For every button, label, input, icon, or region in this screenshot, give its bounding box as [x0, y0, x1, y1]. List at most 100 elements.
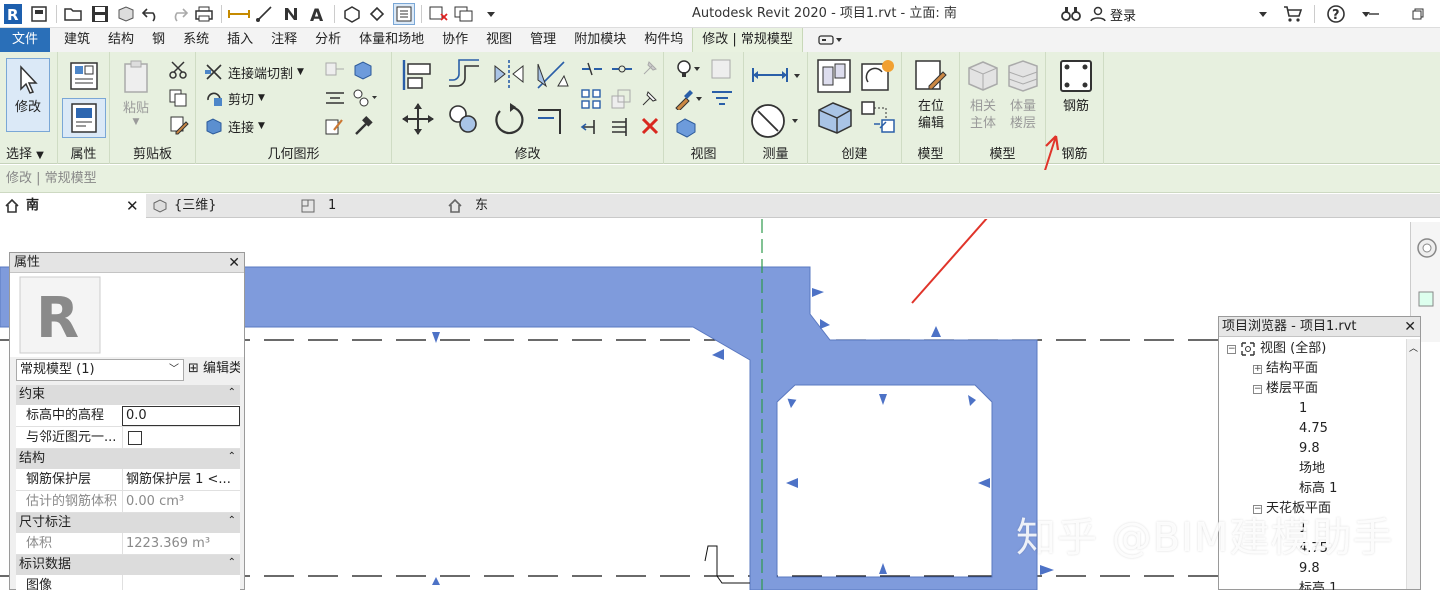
tree-node-view[interactable]: 1	[1299, 399, 1307, 419]
text-icon[interactable]: A	[306, 3, 328, 25]
tree-node-floor-plans[interactable]: − 楼层平面	[1253, 379, 1318, 399]
tab-addins[interactable]: 附加模块	[565, 28, 635, 52]
tree-node-view[interactable]: 标高 1	[1299, 579, 1337, 590]
pin-icon[interactable]	[640, 88, 660, 108]
view-tab-3d[interactable]: {三维}	[152, 194, 217, 218]
group-structural[interactable]: 结构 ⌃	[16, 449, 240, 469]
zoom-region-icon[interactable]	[1417, 290, 1437, 310]
split-with-gap-icon[interactable]	[610, 60, 634, 78]
revit-logo-icon[interactable]: R	[2, 3, 24, 25]
tree-node-view[interactable]: 9.8	[1299, 439, 1320, 459]
create-similar-icon[interactable]	[860, 100, 896, 136]
aligned-dimension-icon[interactable]	[750, 102, 802, 140]
help-icon[interactable]: ?	[1325, 3, 1347, 25]
join-geometry-button[interactable]: 连接 ▼	[204, 116, 265, 136]
paste-button[interactable]: 粘贴 ▼	[116, 60, 156, 127]
mass-floors-button[interactable]: 体量 楼层	[1004, 58, 1042, 132]
demolish-icon[interactable]	[324, 116, 346, 136]
moves-with-elements-checkbox[interactable]	[128, 431, 142, 445]
tab-component-dock[interactable]: 构件坞	[635, 28, 692, 52]
measure-distance-icon[interactable]	[750, 62, 802, 88]
view-tab-east[interactable]: 东	[447, 194, 488, 218]
rebar-cover-value[interactable]: 钢筋保护层 1 <...	[122, 469, 240, 490]
elevation-from-level-input[interactable]: 0.0	[122, 406, 240, 426]
trim-multiple-icon[interactable]	[610, 116, 632, 138]
properties-button[interactable]	[62, 98, 106, 138]
wall-joins-icon[interactable]	[324, 60, 346, 80]
copy-element-icon[interactable]	[446, 102, 482, 136]
hide-in-view-icon[interactable]	[674, 58, 706, 80]
panel-label-select[interactable]: 选择 ▼	[0, 143, 57, 162]
trim-extend-corner-icon[interactable]	[534, 102, 570, 136]
measure-icon[interactable]	[228, 3, 250, 25]
cart-icon[interactable]	[1282, 3, 1304, 25]
delete-icon[interactable]	[640, 116, 660, 136]
tab-architecture[interactable]: 建筑	[50, 28, 99, 52]
inplace-edit-button[interactable]: 在位 编辑	[910, 58, 952, 132]
home-icon[interactable]	[28, 3, 50, 25]
cut-profile-icon[interactable]	[674, 116, 700, 138]
type-dropdown[interactable]: 常规模型 (1) ﹀	[16, 359, 184, 381]
array-icon[interactable]	[580, 88, 602, 110]
unpin-icon[interactable]	[640, 58, 660, 78]
rotate-icon[interactable]	[492, 102, 528, 136]
close-icon[interactable]: ✕	[1404, 317, 1416, 337]
close-view-icon[interactable]: ✕	[126, 194, 139, 218]
tab-collaborate[interactable]: 协作	[433, 28, 477, 52]
beam-joins-icon[interactable]	[324, 88, 346, 108]
offset-icon[interactable]	[446, 58, 482, 92]
cut-scissors-icon[interactable]	[168, 60, 188, 80]
minimize-icon[interactable]	[1352, 0, 1396, 28]
type-properties-button[interactable]	[66, 60, 102, 92]
related-host-button[interactable]: 相关 主体	[964, 58, 1002, 132]
scale-icon[interactable]	[610, 88, 632, 110]
tab-structure[interactable]: 结构	[99, 28, 143, 52]
mirror-pick-axis-icon[interactable]	[492, 58, 526, 92]
tree-node-views[interactable]: − 视图 (全部)	[1227, 339, 1326, 359]
split-face-icon[interactable]	[352, 60, 374, 80]
tree-node-view[interactable]: 场地	[1299, 459, 1325, 479]
tag-icon[interactable]	[280, 3, 302, 25]
collapse-toggle-icon[interactable]: −	[1227, 344, 1236, 354]
ribbon-display-toggle[interactable]	[803, 28, 857, 52]
collapse-toggle-icon[interactable]: −	[1253, 384, 1262, 394]
redo-icon[interactable]	[167, 3, 189, 25]
browser-scrollbar[interactable]: ︿	[1406, 339, 1420, 589]
tab-manage[interactable]: 管理	[521, 28, 565, 52]
steering-wheel-icon[interactable]	[1415, 236, 1439, 260]
create-group-icon[interactable]	[816, 100, 854, 136]
tab-systems[interactable]: 系统	[174, 28, 218, 52]
restore-icon[interactable]	[1396, 0, 1440, 28]
customize-dropdown-icon[interactable]	[480, 3, 502, 25]
cope-button[interactable]: 连接端切割 ▼	[204, 62, 304, 82]
close-hidden-icon[interactable]	[428, 3, 450, 25]
search-binoculars-icon[interactable]	[1060, 3, 1082, 25]
thin-lines-icon[interactable]	[393, 3, 415, 25]
dimension-icon[interactable]	[254, 3, 276, 25]
tree-node-structural-plans[interactable]: + 结构平面	[1253, 359, 1318, 379]
split-element-icon[interactable]	[580, 60, 604, 78]
tree-node-view[interactable]: 标高 1	[1299, 479, 1337, 499]
edit-type-button[interactable]: ⊞ 编辑类	[184, 359, 240, 381]
3d-view-icon[interactable]	[341, 3, 363, 25]
view-tab-level-1[interactable]: 1	[300, 194, 336, 218]
view-filter-icon[interactable]	[710, 88, 734, 110]
modify-button[interactable]: 修改	[6, 58, 50, 132]
tree-node-view[interactable]: 4.75	[1299, 419, 1328, 439]
align-icon[interactable]	[400, 58, 436, 92]
rebar-button[interactable]: 钢筋	[1056, 58, 1096, 115]
expand-toggle-icon[interactable]: +	[1253, 364, 1262, 374]
group-constraints[interactable]: 约束 ⌃	[16, 385, 240, 405]
paint-icon[interactable]	[352, 88, 378, 108]
sync-icon[interactable]	[115, 3, 137, 25]
close-icon[interactable]: ✕	[228, 253, 240, 273]
trim-single-icon[interactable]	[580, 116, 602, 138]
tab-modify-generic-model[interactable]: 修改 | 常规模型	[692, 28, 803, 52]
linework-brush-icon[interactable]	[674, 88, 706, 110]
view-tab-south[interactable]: 南 ✕	[0, 194, 146, 218]
hammer-icon[interactable]	[352, 116, 374, 136]
mirror-draw-axis-icon[interactable]	[534, 58, 570, 92]
override-graphics-icon[interactable]	[710, 58, 734, 80]
tab-steel[interactable]: 钢	[143, 28, 174, 52]
image-value[interactable]	[122, 575, 240, 590]
